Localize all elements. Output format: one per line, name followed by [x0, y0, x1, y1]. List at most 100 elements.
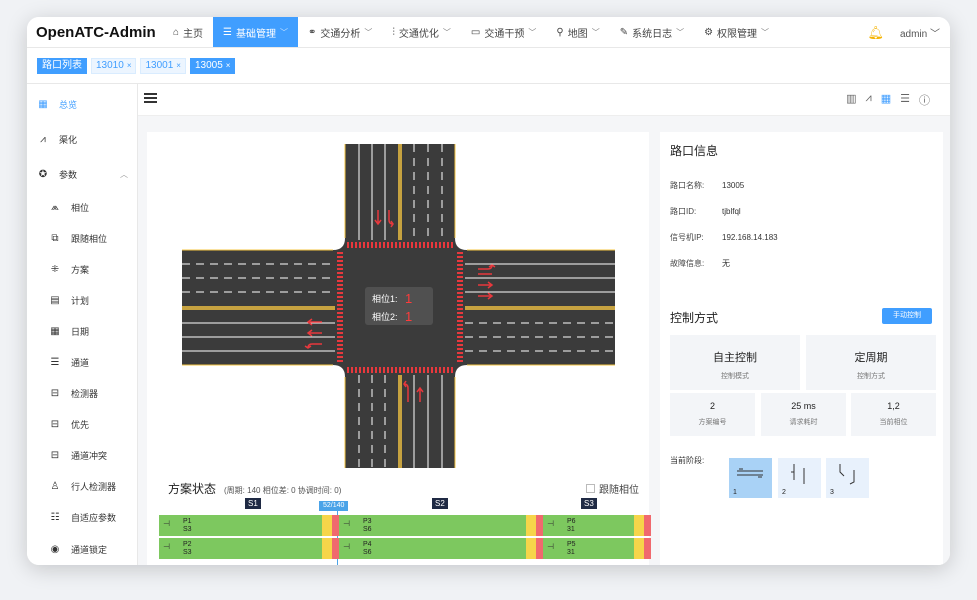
chevron-down-icon: ﹀	[280, 27, 289, 37]
phase1-value: 1	[405, 291, 412, 306]
close-icon[interactable]: ×	[127, 58, 132, 74]
sidebar-item-1[interactable]: ⩘ 渠化	[27, 129, 138, 149]
tab-label: 13010	[96, 59, 124, 71]
nav-item-0[interactable]: ⌂ 主页	[163, 17, 213, 47]
phase-direction-icon: ⊣	[163, 542, 170, 551]
info-value: 无	[722, 259, 730, 268]
user-menu[interactable]: admin ﹀	[900, 25, 940, 40]
sidebar-item-4[interactable]: ⧉ 跟随相位	[27, 228, 138, 248]
follow-phase-toggle[interactable]: 跟随相位	[586, 481, 639, 496]
stage-1-arrows-icon	[737, 468, 763, 478]
intersection-panel: 相位1: 1 相位2: 1 方案状态 (周期: 140 相位差: 0 协调时间:…	[147, 132, 651, 565]
stage-1-number: 1	[733, 489, 737, 496]
grid-view-icon[interactable]: ▦	[881, 92, 891, 108]
nav-item-label: 交通优化	[398, 28, 439, 40]
phase-yellow-bar	[634, 515, 644, 536]
info-row: 信号机IP: 192.168.14.183	[670, 232, 778, 243]
gear-icon: ⚙	[704, 26, 714, 38]
sidebar-item-label: 通道冲突	[71, 450, 108, 461]
nav-item-5[interactable]: ⚲ 地图 ﹀	[546, 17, 609, 47]
phase-bar-text: P1 S3	[183, 518, 192, 533]
sidebar-item-0[interactable]: ▦ 总览	[27, 94, 138, 114]
sidebar-item-14[interactable]: ◉ 通道锁定	[27, 539, 138, 559]
home-icon: ⌂	[173, 26, 180, 38]
phase-red-bar	[644, 515, 651, 536]
nav-item-4[interactable]: ▭ 交通干预 ﹀	[461, 17, 546, 47]
conflict-icon: ⊟	[50, 449, 60, 461]
tab-label: 路口列表	[42, 59, 82, 71]
cycle-cursor-label: 52/140	[319, 501, 349, 511]
plan-number-label: 方案编号	[698, 419, 727, 426]
nav-item-6[interactable]: ✎ 系统日志 ﹀	[610, 17, 694, 47]
nav-item-label: 系统日志	[632, 28, 673, 40]
phase-bar-text: P3 S6	[363, 518, 372, 533]
sidebar-item-7[interactable]: ▦ 日期	[27, 321, 138, 341]
chevron-down-icon: ﹀	[528, 27, 537, 37]
phase-direction-icon: ⊣	[343, 519, 350, 528]
bell-icon[interactable]: 🔔︎	[867, 25, 884, 41]
phase-bar-text: P2 S3	[183, 541, 192, 556]
sidebar-item-11[interactable]: ⊟ 通道冲突	[27, 445, 138, 465]
schedule-icon: ▤	[50, 294, 60, 306]
list-view-icon[interactable]: ☰	[900, 92, 910, 108]
plan-number-value: 2	[709, 401, 715, 411]
map-pin-icon: ⚲	[556, 26, 564, 38]
sidebar-item-8[interactable]: ☰ 通道	[27, 352, 138, 372]
sidebar-item-label: 通道	[71, 357, 90, 368]
camera-icon: ▭	[470, 26, 481, 38]
tab-3[interactable]: 13005 ×	[189, 57, 236, 74]
info-row: 路口ID: tjblfql	[670, 206, 741, 217]
menu-toggle-icon[interactable]	[144, 93, 157, 103]
follow-phase-icon: ⧉	[51, 232, 59, 244]
sidebar-item-9[interactable]: ⊟ 检测器	[27, 383, 138, 403]
phase-direction-icon: ⊣	[163, 519, 170, 528]
sidebar-item-2[interactable]: ✪ 参数 ︿	[27, 164, 138, 184]
route-icon: ⚭	[308, 26, 317, 38]
close-icon[interactable]: ×	[226, 58, 231, 74]
sidebar-item-13[interactable]: ☷ 自适应参数	[27, 507, 138, 527]
nav-item-1[interactable]: ☰ 基础管理 ﹀	[213, 17, 299, 47]
sidebar-item-label: 方案	[71, 264, 90, 275]
channel-icon: ☰	[50, 356, 60, 368]
stage-card-2[interactable]: 2	[778, 458, 821, 498]
road-view-icon[interactable]: ⩘	[866, 92, 872, 108]
stage-card-1[interactable]: 1	[729, 458, 772, 498]
tab-label: 13001	[145, 59, 174, 71]
follow-phase-checkbox[interactable]	[586, 484, 595, 493]
stage-card-3[interactable]: 3	[826, 458, 869, 498]
phase-green-bar: ⊣ P1 S3	[159, 515, 322, 536]
bar-chart-icon[interactable]: ▥	[846, 92, 856, 108]
tab-1[interactable]: 13010 ×	[91, 57, 137, 74]
sliders-icon: ⫶	[392, 26, 395, 38]
sidebar-item-5[interactable]: ⁜ 方案	[27, 259, 138, 279]
sidebar-item-3[interactable]: ⩕ 相位	[27, 197, 138, 217]
sidebar-item-6[interactable]: ▤ 计划	[27, 290, 138, 310]
request-time-label: 请求耗时	[789, 419, 818, 426]
chevron-down-icon: ﹀	[442, 27, 451, 37]
pen-icon: ✎	[619, 26, 629, 38]
nav-item-label: 权限管理	[717, 28, 758, 40]
nav-item-7[interactable]: ⚙ 权限管理 ﹀	[694, 17, 779, 47]
nav-item-2[interactable]: ⚭ 交通分析 ﹀	[298, 17, 382, 47]
info-value: 192.168.14.183	[722, 233, 778, 242]
nav-item-3[interactable]: ⫶ 交通优化 ﹀	[382, 17, 461, 47]
current-phase-value: 1,2	[887, 401, 900, 411]
help-icon[interactable]: ⓘ	[919, 92, 930, 108]
stage-3-number: 3	[830, 489, 834, 496]
phase-yellow-bar	[322, 515, 332, 536]
chevron-up-icon: ︿	[120, 169, 128, 179]
control-title: 控制方式	[670, 311, 719, 325]
manual-control-button[interactable]: 手动控制	[882, 308, 932, 324]
tab-2[interactable]: 13001 ×	[140, 57, 186, 74]
tab-0[interactable]: 路口列表	[37, 57, 87, 74]
adaptive-icon: ☷	[50, 511, 60, 523]
close-icon[interactable]: ×	[176, 58, 181, 74]
sidebar-item-label: 日期	[71, 326, 90, 337]
calendar-icon: ▦	[50, 325, 60, 337]
sidebar-item-12[interactable]: ♙ 行人检测器	[27, 476, 138, 496]
stage-2-arrows-icon	[791, 464, 805, 484]
sidebar-item-10[interactable]: ⊟ 优先	[27, 414, 138, 434]
current-phase-label: 当前相位	[879, 419, 908, 426]
info-key: 信号机IP:	[670, 233, 704, 242]
tab-bar: 路口列表 13010 × 13001 × 13005 ×	[27, 48, 950, 84]
